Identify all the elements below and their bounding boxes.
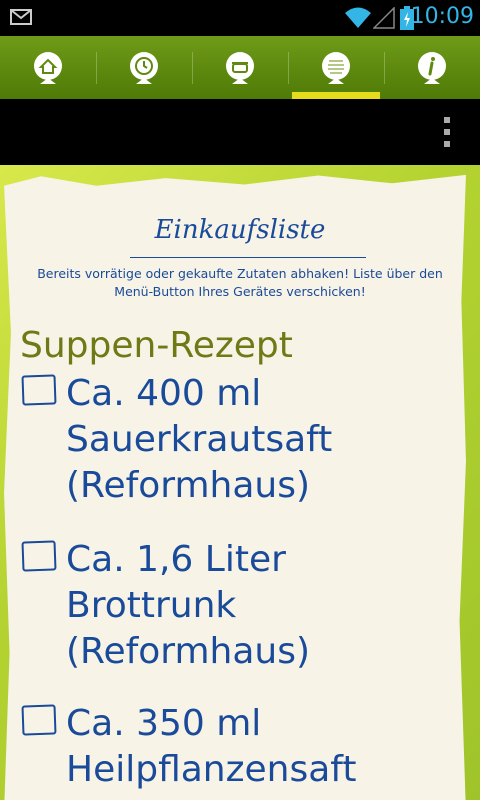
overflow-dot	[444, 117, 450, 123]
pot-icon	[226, 51, 254, 84]
overflow-menu-button[interactable]	[444, 117, 452, 147]
overflow-dot	[444, 141, 450, 147]
tab-shopping-list[interactable]	[288, 36, 384, 99]
ingredient-checkbox[interactable]	[21, 704, 57, 736]
title-divider	[130, 257, 366, 258]
recipe-title: Suppen-Rezept	[20, 325, 293, 366]
tab-bar	[0, 36, 480, 99]
signal-icon	[373, 7, 395, 29]
overflow-dot	[444, 129, 450, 135]
action-bar	[0, 99, 480, 165]
clock-icon	[130, 51, 158, 84]
clock: 10:09	[410, 4, 474, 29]
tab-home[interactable]	[0, 36, 96, 99]
ingredient-checkbox[interactable]	[21, 374, 57, 406]
instruction-text: Bereits vorrätige oder gekaufte Zutaten …	[37, 266, 443, 299]
content-area[interactable]: Einkaufsliste Bereits vorrätige oder gek…	[0, 165, 480, 800]
gmail-icon	[10, 9, 32, 25]
house-icon	[34, 51, 62, 84]
ingredient-label: Ca. 1,6 Liter Brottrunk (Reformhaus)	[66, 539, 311, 672]
ingredient-label: Ca. 350 ml Heilpflanzensaft	[66, 703, 357, 790]
tab-info[interactable]	[384, 36, 480, 99]
list-badge-icon	[322, 51, 350, 84]
ingredient-label: Ca. 400 ml Sauerkrautsaft (Reformhaus)	[66, 373, 333, 506]
info-icon	[418, 51, 446, 84]
status-bar: 10:09	[0, 0, 480, 36]
ingredient-checkbox[interactable]	[21, 540, 57, 572]
tab-timer[interactable]	[96, 36, 192, 99]
wifi-icon	[345, 7, 371, 28]
page-title: Einkaufsliste	[154, 215, 326, 245]
tab-cooking[interactable]	[192, 36, 288, 99]
